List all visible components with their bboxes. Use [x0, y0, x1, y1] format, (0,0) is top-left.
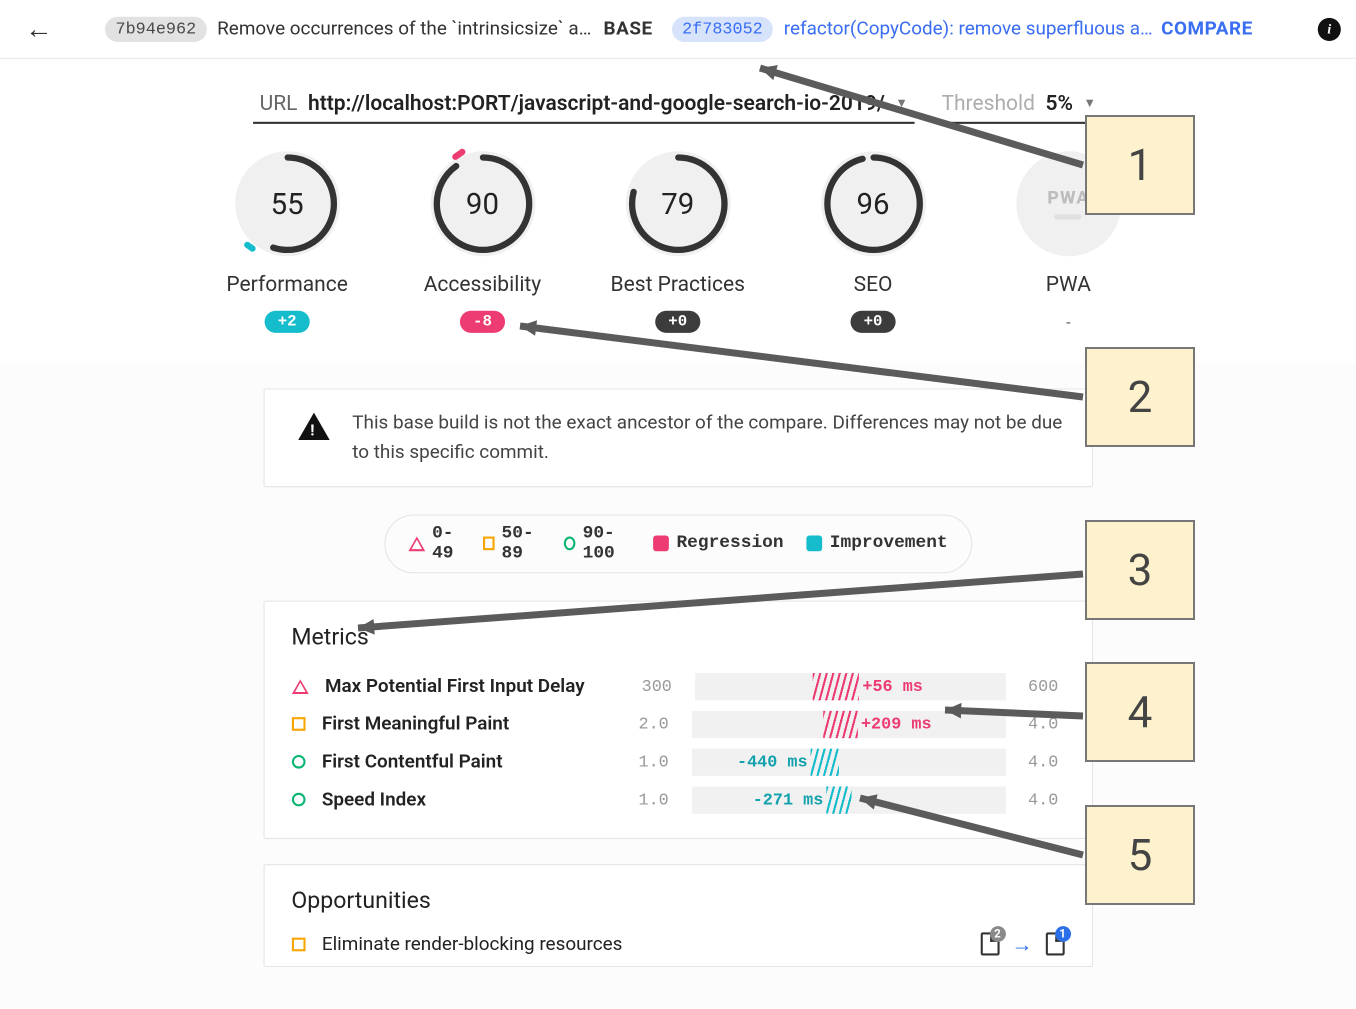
annotation-box-1: 1	[1085, 115, 1195, 215]
compare-report-icon[interactable]: 1	[1045, 933, 1064, 956]
metric-min: 300	[636, 677, 678, 696]
metric-delta-label: -440 ms	[737, 753, 808, 772]
metric-pass-icon	[291, 793, 305, 807]
metric-bar: -440 ms	[691, 748, 1005, 775]
url-selector[interactable]: URL http://localhost:PORT/javascript-and…	[253, 90, 914, 124]
metric-max: 600	[1022, 677, 1064, 696]
metric-min: 1.0	[633, 753, 675, 772]
legend-range-fail: 0-49	[432, 524, 460, 564]
metric-fail-icon	[291, 679, 308, 694]
gauge-circle: 96	[821, 151, 926, 256]
url-value: http://localhost:PORT/javascript-and-goo…	[308, 90, 885, 115]
metrics-title: Metrics	[291, 625, 1064, 651]
legend-regression-icon	[653, 536, 669, 552]
metric-delta-label: +56 ms	[862, 677, 922, 696]
metric-row[interactable]: First Contentful Paint 1.0 -440 ms 4.0	[291, 743, 1064, 781]
gauge-delta-pill: -8	[460, 311, 504, 333]
metric-min: 2.0	[633, 715, 675, 734]
legend-pass-icon	[564, 537, 575, 551]
annotation-box-4: 4	[1085, 662, 1195, 762]
metric-delta-label: -271 ms	[753, 790, 824, 809]
metrics-card: Metrics Max Potential First Input Delay …	[263, 600, 1092, 838]
base-hash-chip[interactable]: 7b94e962	[105, 16, 207, 41]
metric-delta-label: +209 ms	[861, 715, 932, 734]
metric-average-icon	[291, 717, 305, 731]
legend-improvement-label: Improvement	[830, 534, 948, 554]
metric-min: 1.0	[633, 790, 675, 809]
annotation-box-3: 3	[1085, 520, 1195, 620]
metric-pass-icon	[291, 755, 305, 769]
info-icon[interactable]: i	[1318, 17, 1341, 40]
base-commit-message: Remove occurrences of the `intrinsicsize…	[217, 18, 595, 40]
gauge-circle: 55	[235, 151, 340, 256]
gauge-circle: 90	[430, 151, 535, 256]
metric-bar: +209 ms	[691, 711, 1005, 738]
metric-max: 4.0	[1022, 790, 1064, 809]
gauge-delta-pill: +0	[656, 311, 700, 333]
gauge-label: Performance	[226, 271, 347, 296]
metric-name: First Meaningful Paint	[322, 713, 616, 735]
metric-row[interactable]: First Meaningful Paint 2.0 +209 ms 4.0	[291, 705, 1064, 743]
opportunity-row[interactable]: Eliminate render-blocking resources 2 → …	[291, 931, 1064, 957]
base-tag-label: BASE	[604, 18, 653, 40]
gauge-circle: 79	[625, 151, 730, 256]
chevron-down-icon: ▼	[895, 96, 907, 111]
score-legend: 0-49 50-89 90-100 Regression Improvement	[384, 514, 972, 573]
legend-fail-icon	[408, 536, 425, 551]
arrow-right-icon: →	[1012, 931, 1033, 957]
warning-text: This base build is not the exact ancesto…	[352, 408, 1066, 467]
gauge-seo[interactable]: 96 SEO +0	[805, 151, 942, 334]
gauge-best-practices[interactable]: 79 Best Practices +0	[610, 151, 747, 334]
gauge-label: Best Practices	[611, 271, 745, 296]
metric-row[interactable]: Max Potential First Input Delay 300 +56 …	[291, 668, 1064, 706]
gauge-performance[interactable]: 55 Performance +2	[219, 151, 356, 334]
pwa-icon: PWA	[1047, 188, 1089, 209]
metric-max: 4.0	[1022, 753, 1064, 772]
legend-range-average: 50-89	[502, 524, 541, 564]
opportunities-card: Opportunities Eliminate render-blocking …	[263, 864, 1092, 967]
warning-icon	[298, 413, 330, 440]
opportunity-name: Eliminate render-blocking resources	[322, 933, 964, 955]
metric-bar: +56 ms	[695, 673, 1006, 700]
back-arrow-icon[interactable]: ←	[15, 8, 63, 49]
threshold-value: 5%	[1045, 90, 1072, 115]
metric-name: Speed Index	[322, 789, 616, 811]
compare-hash-chip[interactable]: 2f783052	[672, 16, 774, 41]
annotation-box-2: 2	[1085, 347, 1195, 447]
compare-tag-label: COMPARE	[1161, 18, 1253, 40]
metric-name: First Contentful Paint	[322, 751, 616, 773]
gauge-delta-pill: +2	[265, 311, 309, 333]
gauge-accessibility[interactable]: 90 Accessibility -8	[414, 151, 551, 334]
gauge-delta-pill: -	[1054, 311, 1084, 334]
chevron-down-icon: ▼	[1083, 96, 1095, 111]
metric-bar: -271 ms	[691, 786, 1005, 813]
legend-range-pass: 90-100	[583, 524, 631, 564]
base-report-icon[interactable]: 2	[980, 933, 999, 956]
metric-max: 4.0	[1022, 715, 1064, 734]
opportunities-title: Opportunities	[291, 888, 1064, 914]
gauge-label: SEO	[854, 271, 893, 296]
url-label: URL	[260, 90, 298, 115]
metric-row[interactable]: Speed Index 1.0 -271 ms 4.0	[291, 781, 1064, 819]
gauge-label: Accessibility	[424, 271, 542, 296]
metric-average-icon	[291, 937, 305, 951]
legend-average-icon	[483, 537, 494, 551]
gauge-label: PWA	[1046, 271, 1091, 296]
gauge-delta-pill: +0	[851, 311, 895, 333]
compare-commit-message: refactor(CopyCode): remove superfluous a…	[784, 18, 1153, 40]
ancestor-warning-card: This base build is not the exact ancesto…	[263, 388, 1092, 486]
legend-regression-label: Regression	[676, 534, 783, 554]
threshold-selector[interactable]: Threshold 5% ▼	[935, 90, 1102, 124]
header-bar: ← 7b94e962 Remove occurrences of the `in…	[0, 0, 1356, 59]
legend-improvement-icon	[807, 536, 823, 552]
threshold-label: Threshold	[941, 90, 1034, 115]
metric-name: Max Potential First Input Delay	[325, 675, 619, 697]
annotation-box-5: 5	[1085, 805, 1195, 905]
